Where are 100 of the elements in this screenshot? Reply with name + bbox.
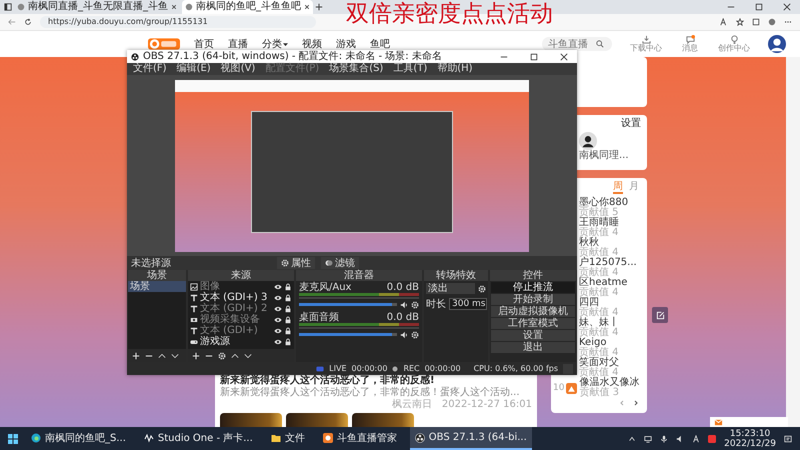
notification-bar[interactable]: [710, 417, 788, 427]
start-icon[interactable]: [8, 434, 18, 444]
control-button[interactable]: 开始录制: [491, 294, 575, 305]
header-action[interactable]: 消息: [680, 34, 700, 54]
taskbar-item[interactable]: Studio One - 声卡...: [138, 427, 258, 450]
move-down-icon[interactable]: [244, 352, 252, 360]
member-name[interactable]: 墨心你880: [579, 198, 628, 208]
source-item[interactable]: 文本 (GDI+): [200, 325, 272, 336]
menu-item[interactable]: 编辑(E): [176, 63, 211, 75]
photo-placeholder[interactable]: [352, 413, 414, 427]
add-icon[interactable]: [192, 352, 200, 360]
input-method-icon[interactable]: [692, 434, 700, 442]
source-button[interactable]: 滤镜: [321, 257, 359, 269]
source-item[interactable]: 图像: [200, 281, 272, 292]
close-icon[interactable]: [783, 3, 791, 11]
avatar-icon[interactable]: [579, 132, 597, 150]
browser-tab[interactable]: 南枫同直播_斗鱼无限直播_斗鱼: [14, 0, 180, 14]
duration-field[interactable]: 300 ms: [449, 298, 486, 310]
photo-placeholder[interactable]: [220, 413, 282, 427]
header-action[interactable]: 下载中心: [626, 34, 666, 54]
lock-icon[interactable]: [284, 316, 292, 324]
app-icon[interactable]: [708, 434, 716, 442]
eye-icon[interactable]: [274, 338, 282, 346]
move-up-icon[interactable]: [231, 352, 239, 360]
site-logo-icon[interactable]: [148, 36, 180, 52]
lock-icon[interactable]: [284, 294, 292, 302]
lock-icon[interactable]: [284, 304, 292, 312]
star-icon[interactable]: [736, 18, 744, 26]
menu-item[interactable]: 文件(F): [133, 63, 167, 75]
scene-item[interactable]: 场景: [128, 281, 186, 292]
move-up-icon[interactable]: [158, 352, 166, 360]
read-aloud-icon[interactable]: [720, 18, 728, 26]
member-name[interactable]: 妹、妹丨: [579, 318, 619, 328]
next-icon[interactable]: [633, 400, 639, 406]
settings-link[interactable]: 设置: [621, 118, 641, 129]
menu-item[interactable]: 场景集合(S): [329, 63, 384, 75]
header-action[interactable]: 创作中心: [714, 34, 754, 54]
control-button[interactable]: 工作室模式: [491, 318, 575, 329]
eye-icon[interactable]: [274, 304, 282, 312]
source-button[interactable]: 属性: [277, 257, 315, 269]
settings-icon[interactable]: [478, 284, 486, 292]
nav-link[interactable]: 鱼吧: [370, 37, 390, 51]
collections-icon[interactable]: [752, 18, 760, 26]
member-name[interactable]: 王雨晴睡: [579, 218, 619, 228]
member-name[interactable]: 户125075...: [579, 258, 637, 268]
reload-icon[interactable]: [24, 18, 32, 26]
avatar-icon[interactable]: [768, 35, 786, 53]
profile-icon[interactable]: [768, 18, 776, 26]
photo-placeholder[interactable]: [286, 413, 348, 427]
clock-time[interactable]: 15:23:10: [730, 428, 770, 438]
nav-link[interactable]: 首页: [194, 37, 214, 51]
browser-tab[interactable]: 南枫同的鱼吧_斗鱼鱼吧: [182, 0, 313, 14]
member-name[interactable]: Keigo: [579, 338, 619, 348]
search-field[interactable]: 斗鱼直播: [542, 37, 612, 51]
taskbar-item[interactable]: OBS 27.1.3 (64-bi...: [410, 427, 532, 450]
member-name[interactable]: 像温水又像冰: [579, 378, 640, 388]
eye-icon[interactable]: [274, 294, 282, 302]
eye-icon[interactable]: [274, 316, 282, 324]
settings-icon[interactable]: [411, 300, 419, 308]
move-down-icon[interactable]: [171, 352, 179, 360]
user-name[interactable]: 南枫同理...: [579, 150, 629, 161]
lock-icon[interactable]: [284, 326, 292, 334]
source-item[interactable]: 视频采集设备: [200, 314, 272, 325]
source-item[interactable]: 文本 (GDI+) 3: [200, 292, 272, 303]
member-name[interactable]: 笑面对父: [579, 358, 619, 368]
menu-item[interactable]: 视图(V): [220, 63, 256, 75]
settings-icon[interactable]: [218, 352, 226, 360]
control-button[interactable]: 设置: [491, 330, 575, 341]
speaker-icon[interactable]: [400, 300, 408, 308]
source-item[interactable]: 游戏源: [200, 336, 272, 347]
resize-grip[interactable]: [563, 364, 573, 374]
edit-icon[interactable]: [652, 307, 668, 323]
volume-slider[interactable]: [299, 333, 397, 336]
post-title[interactable]: 新来新觉得蛋疼人这个活动恶心了，非常的反感!: [220, 375, 532, 386]
nav-link[interactable]: 分类: [262, 37, 288, 51]
lock-icon[interactable]: [284, 338, 292, 346]
new-tab-icon[interactable]: [315, 3, 323, 11]
clock-date[interactable]: 2022/12/29: [724, 438, 776, 448]
close-icon[interactable]: [171, 4, 177, 10]
lock-icon[interactable]: [284, 282, 292, 290]
control-button[interactable]: 退出: [491, 342, 575, 353]
close-icon[interactable]: [560, 52, 568, 60]
taskbar-item[interactable]: 斗鱼直播管家: [318, 427, 402, 450]
nav-link[interactable]: 视频: [302, 37, 322, 51]
maximize-icon[interactable]: [755, 3, 763, 11]
add-icon[interactable]: [132, 352, 140, 360]
volume-slider[interactable]: [299, 303, 397, 306]
settings-icon[interactable]: [411, 330, 419, 338]
member-name[interactable]: 四四: [579, 298, 619, 308]
search-icon[interactable]: [596, 40, 604, 48]
microphone-icon[interactable]: [660, 434, 668, 442]
eye-icon[interactable]: [274, 326, 282, 334]
eye-icon[interactable]: [274, 282, 282, 290]
menu-item[interactable]: 工具(T): [393, 63, 428, 75]
close-icon[interactable]: [304, 4, 310, 10]
control-button[interactable]: 启动虚拟摄像机: [491, 306, 575, 317]
speaker-icon[interactable]: [400, 330, 408, 338]
member-name[interactable]: 区heatme: [579, 278, 628, 288]
maximize-icon[interactable]: [530, 52, 538, 60]
scrollbar[interactable]: [786, 57, 800, 427]
